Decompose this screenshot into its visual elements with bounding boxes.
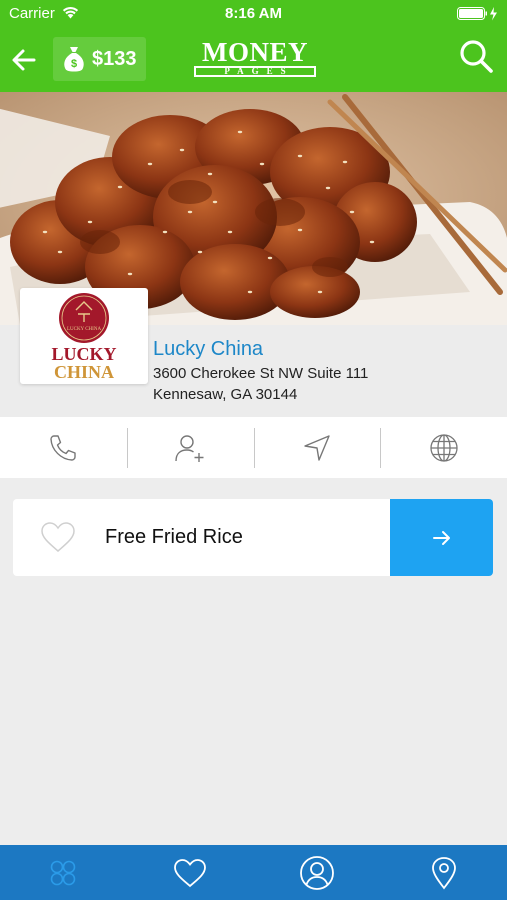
logo-seal-text: LUCKY CHINA xyxy=(67,327,102,332)
website-globe-icon xyxy=(429,433,458,462)
directions-icon xyxy=(304,434,330,461)
address-line-1: 3600 Cherokee St NW Suite 111 xyxy=(153,365,369,382)
offer-title: Free Fried Rice xyxy=(105,526,243,548)
website-button[interactable] xyxy=(380,417,507,478)
offer-card[interactable]: Free Fried Rice xyxy=(13,499,493,576)
nav-bar: $ $133 MONEY PAGES xyxy=(0,28,507,92)
directions-button[interactable] xyxy=(253,417,381,478)
business-actions xyxy=(0,417,507,478)
open-offer-button[interactable] xyxy=(390,499,493,576)
wallet-balance-button[interactable]: $ $133 xyxy=(53,37,146,81)
address-line-2: Kennesaw, GA 30144 xyxy=(153,386,298,403)
tab-favorites[interactable] xyxy=(127,845,254,900)
heart-outline-icon xyxy=(41,522,75,552)
logo-word-pages: PAGES xyxy=(194,66,316,77)
profile-icon xyxy=(299,855,334,890)
call-button[interactable] xyxy=(0,417,127,478)
tab-location[interactable] xyxy=(380,845,507,900)
tab-categories[interactable] xyxy=(0,845,127,900)
arrow-right-icon xyxy=(432,530,450,545)
favorite-offer-button[interactable] xyxy=(40,521,76,558)
favorites-heart-icon xyxy=(174,858,207,887)
back-arrow-icon xyxy=(12,49,36,71)
categories-icon xyxy=(51,860,76,885)
business-name[interactable]: Lucky China xyxy=(153,338,263,361)
tab-profile[interactable] xyxy=(254,845,381,900)
search-button[interactable] xyxy=(458,38,494,74)
battery-icon xyxy=(457,7,499,26)
status-bar: Carrier 8:16 AM xyxy=(0,0,507,28)
business-info: LUCKY CHINA LUCKY CHINA Lucky China 3600… xyxy=(0,288,507,417)
phone-icon xyxy=(50,434,77,461)
bottom-tab-bar xyxy=(0,845,507,900)
clock: 8:16 AM xyxy=(225,5,282,22)
logo-word-lucky: LUCKY xyxy=(51,344,116,364)
business-logo: LUCKY CHINA LUCKY CHINA xyxy=(20,288,148,384)
money-bag-icon: $ xyxy=(64,47,84,72)
location-pin-icon xyxy=(431,856,456,889)
money-pages-logo: MONEY PAGES xyxy=(194,37,316,77)
logo-word-money: MONEY xyxy=(202,37,308,67)
back-button[interactable] xyxy=(10,46,38,74)
add-contact-icon xyxy=(175,434,204,462)
wallet-amount: $133 xyxy=(92,48,137,70)
logo-word-china: CHINA xyxy=(54,362,114,382)
svg-text:$: $ xyxy=(71,58,77,70)
add-contact-button[interactable] xyxy=(126,417,254,478)
search-icon xyxy=(460,40,493,73)
